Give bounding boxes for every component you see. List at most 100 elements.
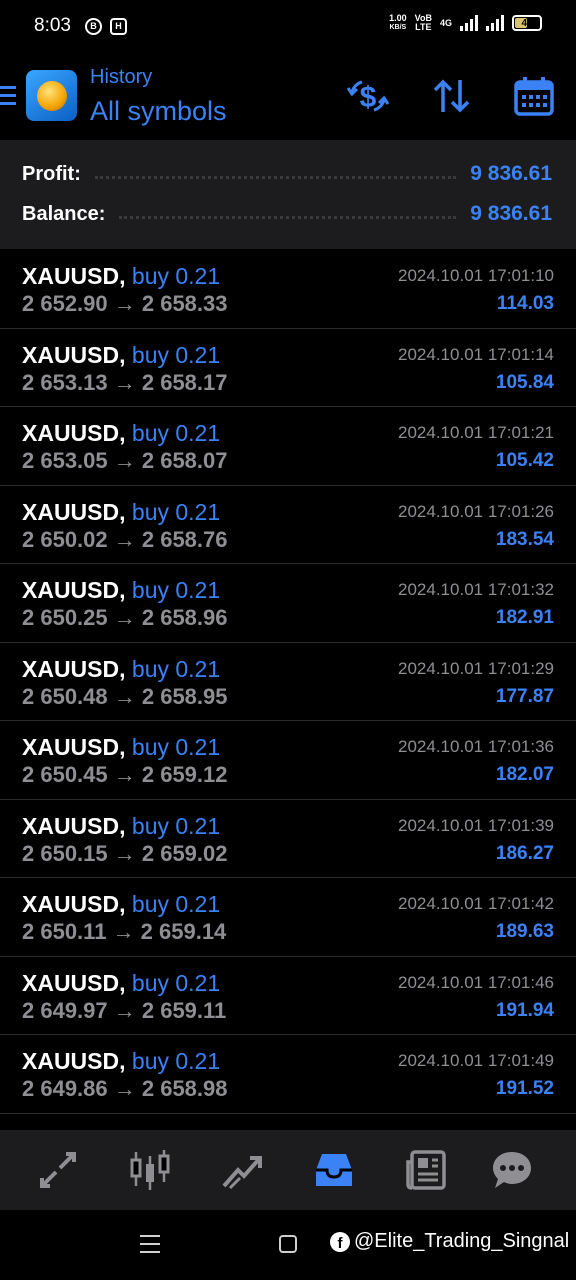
- deal-row[interactable]: XAUUSD, buy 0.21 2 653.05 → 2 658.07 202…: [0, 407, 576, 486]
- page-title[interactable]: All symbols: [90, 96, 227, 127]
- history-icon[interactable]: [312, 1148, 356, 1192]
- deal-time: 2024.10.01 17:01:46: [398, 972, 554, 992]
- deal-time: 2024.10.01 17:01:49: [398, 1051, 554, 1070]
- deal-row[interactable]: XAUUSD, buy 0.21 2 652.90 → 2 658.33 202…: [0, 250, 576, 329]
- deal-row[interactable]: XAUUSD, buy 0.21 2 653.13 → 2 658.17 202…: [0, 329, 576, 407]
- deal-profit: 183.54: [495, 528, 554, 550]
- deal-prices: 2 649.86 → 2 658.98: [22, 1076, 228, 1101]
- balance-row: Balance: 9 836.61: [22, 199, 552, 229]
- volte-indicator: VoB LTE: [415, 14, 432, 32]
- deal-side: buy 0.21: [131, 341, 221, 368]
- deal-row[interactable]: XAUUSD, buy 0.21 2 650.15 → 2 659.02 202…: [0, 800, 576, 878]
- deal-symbol: XAUUSD,: [22, 969, 126, 996]
- deal-prices: 2 650.25 → 2 658.96: [22, 605, 228, 630]
- deal-profit: 182.07: [495, 764, 554, 785]
- deal-prices: 2 652.90 → 2 658.33: [22, 291, 228, 316]
- deal-symbol-line: XAUUSD, buy 0.21: [22, 734, 220, 761]
- recent-apps-icon[interactable]: [140, 1235, 160, 1259]
- deal-row[interactable]: XAUUSD, buy 0.21 2 650.45 → 2 659.12 202…: [0, 721, 576, 800]
- facebook-icon: f: [330, 1231, 350, 1252]
- page-subtitle: History: [90, 66, 153, 88]
- deal-side: buy 0.21: [131, 498, 221, 525]
- deal-row[interactable]: XAUUSD, buy 0.21 2 649.97 → 2 659.11 202…: [0, 957, 576, 1035]
- deal-symbol: XAUUSD,: [22, 812, 126, 839]
- deal-symbol-line: XAUUSD, buy 0.21: [22, 499, 220, 526]
- deal-profit: 114.03: [496, 293, 554, 314]
- chart-icon[interactable]: [128, 1148, 172, 1192]
- menu-icon[interactable]: [0, 86, 16, 106]
- watermark: f @Elite_Trading_Singnal: [330, 1230, 569, 1253]
- h-badge-icon: H: [109, 17, 127, 35]
- dot-leader: [94, 175, 457, 179]
- net-speed: 1.00 KB/S: [389, 14, 407, 32]
- deal-prices: 2 650.15 → 2 659.02: [22, 840, 228, 866]
- status-time: 8:03: [34, 15, 71, 36]
- deal-symbol-line: XAUUSD, buy 0.21: [22, 577, 220, 604]
- summary-panel: Profit: 9 836.61 Balance: 9 836.61: [0, 140, 576, 249]
- deal-row[interactable]: XAUUSD, buy 0.21 2 649.86 → 2 658.98 202…: [0, 1035, 576, 1114]
- profit-label: Profit:: [22, 162, 81, 185]
- net-type: 4G: [439, 17, 452, 28]
- deal-side: buy 0.21: [131, 263, 221, 289]
- bottom-nav: [0, 1130, 576, 1210]
- deal-symbol: XAUUSD,: [22, 263, 126, 289]
- net-speed-value: 1.00: [389, 13, 407, 23]
- deal-profit: 191.94: [495, 999, 554, 1021]
- deal-symbol: XAUUSD,: [22, 577, 126, 603]
- status-bar: 8:03 B H 1.00 KB/S VoB LTE 4G 46: [0, 0, 576, 52]
- deal-symbol-line: XAUUSD, buy 0.21: [22, 342, 220, 369]
- deal-time: 2024.10.01 17:01:36: [398, 737, 554, 756]
- deal-prices: 2 653.13 → 2 658.17: [22, 369, 228, 395]
- deal-row[interactable]: XAUUSD, buy 0.21 2 650.02 → 2 658.76 202…: [0, 486, 576, 564]
- sort-icon[interactable]: [430, 74, 474, 118]
- deal-side: buy 0.21: [131, 420, 221, 446]
- deal-symbol: XAUUSD,: [22, 655, 126, 682]
- deal-time: 2024.10.01 17:01:39: [398, 815, 554, 835]
- quotes-icon[interactable]: [36, 1148, 80, 1192]
- app-bar: History All symbols $: [0, 52, 576, 140]
- deal-prices: 2 650.45 → 2 659.12: [22, 762, 228, 787]
- signal-icon: [460, 15, 478, 31]
- calendar-icon[interactable]: [512, 74, 556, 118]
- deal-symbol: XAUUSD,: [22, 420, 126, 446]
- deal-profit: 182.91: [495, 607, 554, 628]
- deal-profit: 105.42: [495, 450, 554, 471]
- deal-symbol-line: XAUUSD, buy 0.21: [22, 813, 220, 840]
- deal-side: buy 0.21: [131, 891, 221, 917]
- deal-prices: 2 649.97 → 2 659.11: [22, 997, 227, 1023]
- deal-side: buy 0.21: [131, 812, 221, 839]
- deals-list[interactable]: XAUUSD, buy 0.21 2 652.90 → 2 658.33 202…: [0, 250, 576, 1130]
- deal-prices: 2 650.02 → 2 658.76: [22, 526, 228, 552]
- deal-time: 2024.10.01 17:01:29: [398, 658, 554, 678]
- deal-row[interactable]: XAUUSD, buy 0.21 2 650.11 → 2 659.14 202…: [0, 878, 576, 957]
- app-logo: [26, 70, 77, 121]
- deal-row[interactable]: XAUUSD, buy 0.21 2 650.48 → 2 658.95 202…: [0, 643, 576, 721]
- deal-symbol: XAUUSD,: [22, 891, 126, 917]
- news-icon[interactable]: [404, 1148, 448, 1192]
- deal-profit: 191.52: [495, 1078, 554, 1099]
- deal-time: 2024.10.01 17:01:26: [398, 501, 554, 521]
- deal-symbol-line: XAUUSD, buy 0.21: [22, 656, 220, 683]
- battery-level: 46: [521, 17, 533, 29]
- deal-side: buy 0.21: [131, 577, 221, 603]
- deal-side: buy 0.21: [131, 655, 221, 682]
- messages-icon[interactable]: [490, 1148, 534, 1192]
- deal-prices: 2 650.48 → 2 658.95: [22, 683, 228, 709]
- dot-leader: [119, 215, 457, 219]
- b-badge-icon: B: [84, 17, 102, 35]
- deal-time: 2024.10.01 17:01:42: [398, 894, 554, 913]
- deal-side: buy 0.21: [131, 1048, 221, 1074]
- deal-symbol-line: XAUUSD, buy 0.21: [22, 970, 220, 997]
- deal-time: 2024.10.01 17:01:14: [398, 344, 554, 364]
- deal-profit: 105.84: [495, 371, 554, 393]
- watermark-text: @Elite_Trading_Singnal: [354, 1230, 570, 1252]
- currency-exchange-icon[interactable]: $: [346, 74, 390, 118]
- deal-time: 2024.10.01 17:01:10: [398, 266, 554, 285]
- deal-row[interactable]: XAUUSD, buy 0.21 2 650.25 → 2 658.96 202…: [0, 564, 576, 643]
- trade-icon[interactable]: [220, 1148, 264, 1192]
- deal-profit: 186.27: [495, 842, 554, 864]
- home-icon[interactable]: [279, 1235, 297, 1253]
- deal-time: 2024.10.01 17:01:32: [398, 580, 554, 599]
- deal-prices: 2 653.05 → 2 658.07: [22, 448, 228, 473]
- deal-time: 2024.10.01 17:01:21: [398, 423, 554, 442]
